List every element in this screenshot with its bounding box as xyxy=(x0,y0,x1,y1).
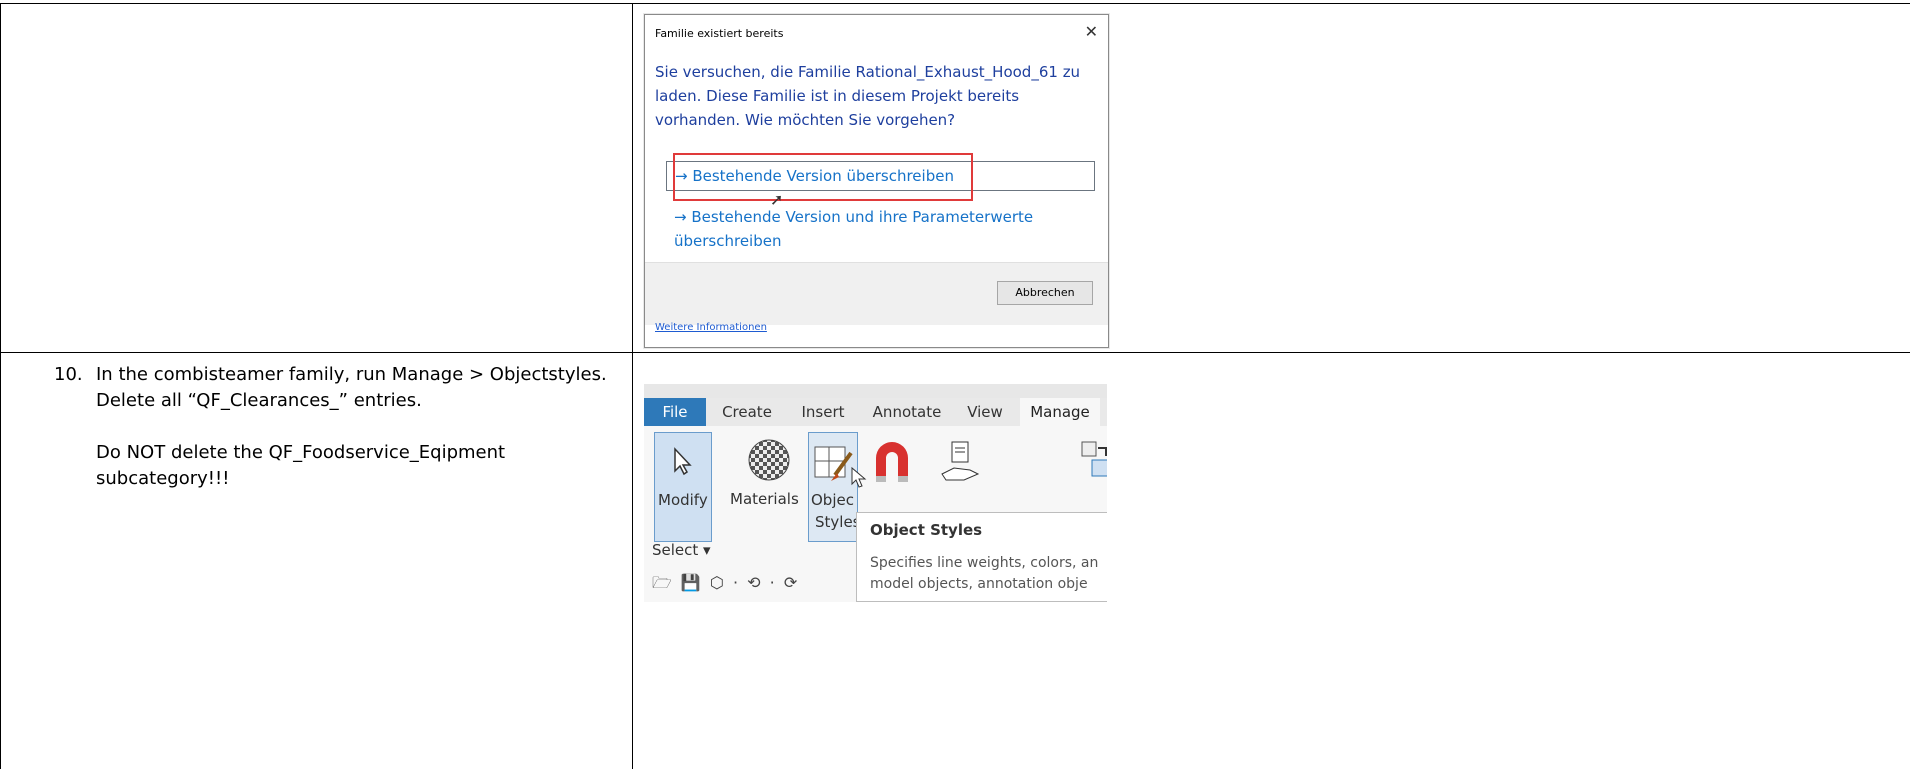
overwrite-params-option[interactable]: → Bestehende Version und ihre Parameterw… xyxy=(674,205,1074,253)
modify-button[interactable]: Modify xyxy=(654,432,712,542)
revit-ribbon: File Create Insert Annotate View Manage … xyxy=(644,384,1107,602)
pointer-icon: ➚ xyxy=(770,192,784,209)
tab-annotate[interactable]: Annotate xyxy=(866,398,948,426)
tab-view[interactable]: View xyxy=(960,398,1010,426)
project-info-icon xyxy=(941,441,980,481)
purge-magnet-icon xyxy=(876,442,908,482)
tab-file[interactable]: File xyxy=(644,398,706,426)
select-dropdown[interactable]: Select ▾ xyxy=(652,541,711,559)
tab-create[interactable]: Create xyxy=(716,398,778,426)
object-styles-tooltip: Object Styles Specifies line weights, co… xyxy=(856,512,1107,602)
ribbon-tabs: File Create Insert Annotate View Manage xyxy=(644,398,1107,426)
tooltip-title: Object Styles xyxy=(870,521,983,539)
title-bar xyxy=(644,384,1107,398)
more-info-link[interactable]: Weitere Informationen xyxy=(655,322,767,333)
tab-insert[interactable]: Insert xyxy=(794,398,852,426)
dialog-footer: Abbrechen xyxy=(645,262,1108,325)
object-styles-label-1: Objec xyxy=(811,491,854,509)
table-border-left xyxy=(0,3,1,769)
object-styles-label-2: Styles xyxy=(815,513,861,531)
step-warning: Do NOT delete the QF_Foodservice_Eqipmen… xyxy=(96,442,506,489)
tooltip-description: Specifies line weights, colors, an model… xyxy=(870,553,1107,595)
dialog-message: Sie versuchen, die Familie Rational_Exha… xyxy=(655,63,1081,129)
tab-manage[interactable]: Manage xyxy=(1020,398,1100,426)
materials-icon xyxy=(748,439,790,481)
mouse-pointer-icon xyxy=(851,466,867,488)
table-divider xyxy=(632,3,633,769)
transfer-standards-icon xyxy=(1081,441,1107,477)
tooltip-line-1: Specifies line weights, colors, an xyxy=(870,555,1099,571)
highlight-box xyxy=(673,153,973,201)
step-text: In the combisteamer family, run Manage >… xyxy=(96,364,607,411)
step-number: 10. xyxy=(54,364,83,385)
dialog-title: Familie existiert bereits xyxy=(655,27,784,40)
table-border-middle xyxy=(0,352,1910,353)
cancel-button[interactable]: Abbrechen xyxy=(997,281,1093,305)
cursor-arrow-icon xyxy=(674,447,692,476)
modify-label: Modify xyxy=(658,491,708,509)
table-border-top xyxy=(0,3,1910,4)
materials-label[interactable]: Materials xyxy=(730,490,799,508)
quick-access-toolbar[interactable]: 🗁 💾 ⬡ · ⟲ · ⟳ xyxy=(652,572,799,599)
close-icon[interactable]: ✕ xyxy=(1085,22,1098,41)
tooltip-line-2: model objects, annotation obje xyxy=(870,576,1088,592)
object-styles-icon xyxy=(814,446,853,481)
